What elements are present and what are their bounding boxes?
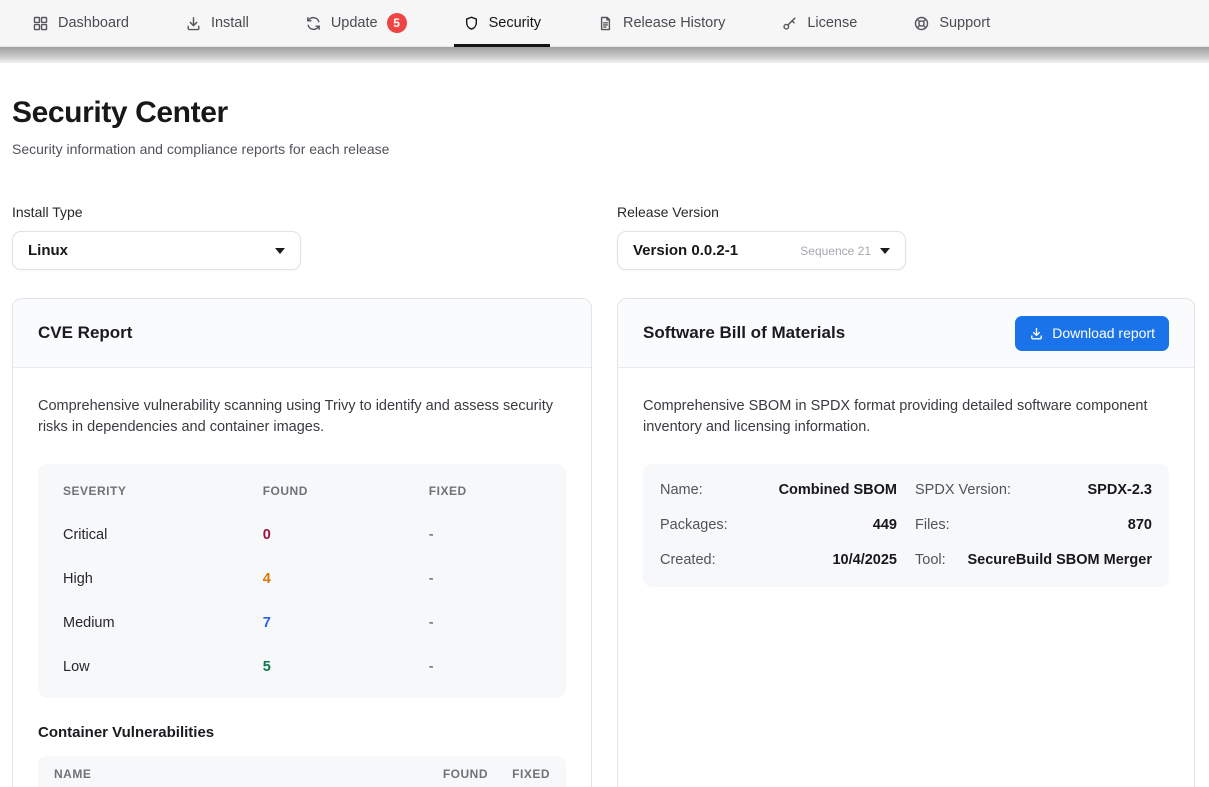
install-type-label: Install Type: [12, 204, 592, 220]
cve-report-title: CVE Report: [38, 323, 132, 343]
detail-label: Files:: [915, 517, 950, 533]
sbom-body: Comprehensive SBOM in SPDX format provid…: [618, 368, 1194, 611]
severity-column-header: SEVERITY: [63, 484, 263, 498]
severity-table-header: SEVERITY FOUND FIXED: [38, 469, 566, 513]
table-row: Medium 7 -: [38, 601, 566, 645]
cve-report-description: Comprehensive vulnerability scanning usi…: [38, 396, 566, 439]
detail-value: 449: [873, 517, 897, 533]
nav-label: Dashboard: [58, 15, 129, 31]
nav-item-security[interactable]: Security: [450, 0, 554, 46]
detail-value: SecureBuild SBOM Merger: [967, 552, 1152, 568]
release-version-value: Version 0.0.2-1: [633, 242, 738, 259]
severity-label: Medium: [63, 615, 263, 631]
update-count-badge: 5: [387, 13, 407, 33]
cards-row: CVE Report Comprehensive vulnerability s…: [12, 298, 1197, 787]
cve-report-card: CVE Report Comprehensive vulnerability s…: [12, 298, 592, 787]
fixed-column-header: FIXED: [429, 484, 541, 498]
nav-label: License: [807, 15, 857, 31]
sbom-card: Software Bill of Materials Download repo…: [617, 298, 1195, 787]
page-title: Security Center: [12, 96, 1197, 130]
sbom-header: Software Bill of Materials Download repo…: [618, 299, 1194, 368]
cve-report-body: Comprehensive vulnerability scanning usi…: [13, 368, 591, 787]
detail-value: 870: [1128, 517, 1152, 533]
fixed-count: -: [429, 615, 541, 631]
nav-item-release-history[interactable]: Release History: [584, 0, 738, 46]
sbom-description: Comprehensive SBOM in SPDX format provid…: [643, 396, 1169, 439]
release-version-label: Release Version: [617, 204, 1195, 220]
fixed-column-header: FIXED: [488, 767, 550, 781]
detail-value: Combined SBOM: [779, 482, 897, 498]
download-report-button[interactable]: Download report: [1015, 316, 1169, 351]
severity-label: Critical: [63, 527, 263, 543]
lifebuoy-icon: [913, 15, 930, 32]
detail-label: SPDX Version:: [915, 482, 1011, 498]
detail-label: Name:: [660, 482, 703, 498]
top-navigation: Dashboard Install Update 5 Security: [0, 0, 1209, 47]
document-icon: [597, 15, 614, 32]
table-row: Low 5 -: [38, 645, 566, 689]
download-report-label: Download report: [1052, 325, 1155, 341]
severity-table: SEVERITY FOUND FIXED Critical 0 - High 4…: [38, 464, 566, 698]
name-column-header: NAME: [54, 767, 402, 781]
sbom-detail-spdx-version: SPDX Version: SPDX-2.3: [915, 473, 1152, 508]
download-icon: [185, 15, 202, 32]
sbom-detail-created: Created: 10/4/2025: [660, 543, 897, 578]
install-type-filter: Install Type Linux: [12, 204, 592, 270]
detail-label: Created:: [660, 552, 716, 568]
container-vulnerabilities-table-header: NAME FOUND FIXED: [38, 756, 566, 787]
chevron-down-icon: [275, 248, 285, 254]
key-icon: [781, 15, 798, 32]
sbom-detail-tool: Tool: SecureBuild SBOM Merger: [915, 543, 1152, 578]
sbom-detail-files: Files: 870: [915, 508, 1152, 543]
table-row: High 4 -: [38, 557, 566, 601]
nav-item-update[interactable]: Update 5: [292, 0, 420, 46]
install-type-value: Linux: [28, 242, 68, 259]
sbom-title: Software Bill of Materials: [643, 323, 845, 343]
fixed-count: -: [429, 527, 541, 543]
detail-label: Packages:: [660, 517, 728, 533]
fixed-count: -: [429, 571, 541, 587]
severity-label: Low: [63, 659, 263, 675]
dashboard-grid-icon: [32, 15, 49, 32]
sbom-details: Name: Combined SBOM SPDX Version: SPDX-2…: [643, 464, 1169, 587]
nav-item-support[interactable]: Support: [900, 0, 1003, 46]
nav-item-install[interactable]: Install: [172, 0, 262, 46]
nav-label: Security: [489, 15, 541, 31]
refresh-icon: [305, 15, 322, 32]
main-content: Security Center Security information and…: [0, 96, 1209, 787]
nav-item-dashboard[interactable]: Dashboard: [19, 0, 142, 46]
nav-label: Update: [331, 15, 378, 31]
severity-label: High: [63, 571, 263, 587]
nav-item-license[interactable]: License: [768, 0, 870, 46]
nav-label: Support: [939, 15, 990, 31]
filters-row: Install Type Linux Release Version Versi…: [12, 204, 1197, 270]
found-count: 7: [263, 615, 429, 631]
fixed-count: -: [429, 659, 541, 675]
release-version-filter: Release Version Version 0.0.2-1 Sequence…: [617, 204, 1195, 270]
detail-value: 10/4/2025: [832, 552, 897, 568]
found-count: 4: [263, 571, 429, 587]
header-shadow: [0, 47, 1209, 63]
detail-label: Tool:: [915, 552, 946, 568]
table-row: Critical 0 -: [38, 513, 566, 557]
found-column-header: FOUND: [402, 767, 488, 781]
found-count: 0: [263, 527, 429, 543]
nav-label: Release History: [623, 15, 725, 31]
found-column-header: FOUND: [263, 484, 429, 498]
install-type-select[interactable]: Linux: [12, 231, 301, 270]
detail-value: SPDX-2.3: [1088, 482, 1152, 498]
sbom-detail-packages: Packages: 449: [660, 508, 897, 543]
sequence-badge: Sequence 21: [800, 244, 871, 258]
shield-icon: [463, 15, 480, 32]
nav-label: Install: [211, 15, 249, 31]
release-version-select[interactable]: Version 0.0.2-1 Sequence 21: [617, 231, 906, 270]
page-subtitle: Security information and compliance repo…: [12, 141, 1197, 157]
sbom-detail-name: Name: Combined SBOM: [660, 473, 897, 508]
container-vulnerabilities-title: Container Vulnerabilities: [38, 724, 566, 741]
found-count: 5: [263, 659, 429, 675]
download-icon: [1029, 326, 1044, 341]
cve-report-header: CVE Report: [13, 299, 591, 368]
chevron-down-icon: [880, 248, 890, 254]
